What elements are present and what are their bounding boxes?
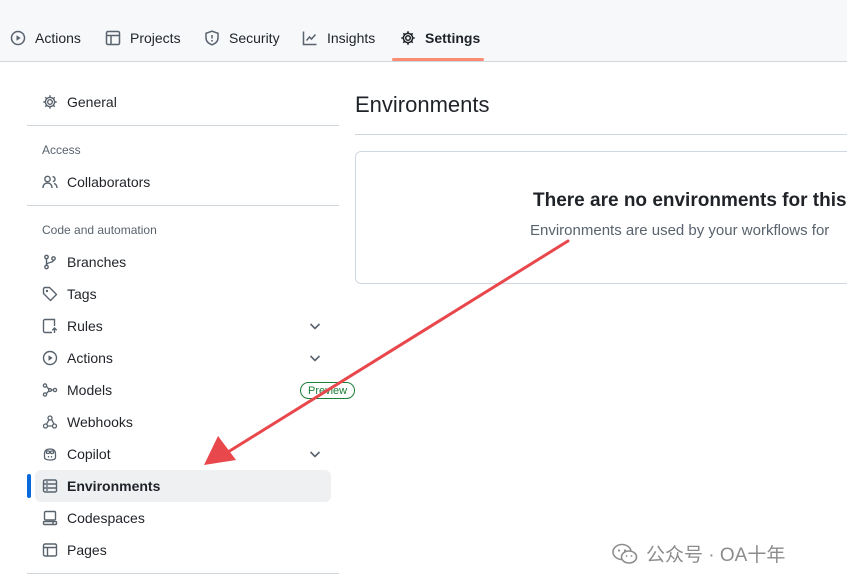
page-title: Environments: [355, 92, 490, 117]
chevron-down-icon[interactable]: [307, 446, 323, 462]
sidebar-item-webhooks[interactable]: Webhooks: [35, 406, 331, 438]
sidebar-divider: [27, 125, 339, 126]
active-item-indicator: [27, 474, 31, 498]
repo-push-icon: [42, 318, 58, 334]
tab-label: Actions: [35, 30, 81, 46]
tab-actions[interactable]: Actions: [10, 20, 81, 56]
gear-icon: [43, 95, 57, 109]
sidebar-item-codespaces[interactable]: Codespaces: [35, 502, 331, 534]
tab-label: Settings: [425, 30, 481, 46]
git-branch-icon: [44, 254, 56, 270]
preview-badge: Preview: [300, 382, 356, 399]
webhook-icon: [42, 415, 58, 429]
tab-settings[interactable]: Settings: [400, 20, 480, 56]
section-title-access: Access: [42, 143, 81, 157]
server-icon: [42, 479, 58, 493]
sidebar-item-label: General: [67, 94, 117, 110]
sidebar-item-label: Models: [67, 382, 113, 398]
sidebar-item-tags[interactable]: Tags: [35, 278, 331, 310]
sidebar-divider: [27, 573, 339, 574]
tab-label: Insights: [327, 30, 376, 46]
sidebar-item-label: Pages: [67, 542, 107, 558]
sidebar-item-collaborators[interactable]: Collaborators: [35, 166, 331, 198]
wechat-icon: [612, 543, 638, 564]
sidebar-divider: [27, 205, 339, 206]
sidebar-item-actions[interactable]: Actions: [35, 342, 331, 374]
gear-icon: [401, 31, 415, 45]
shield-icon: [205, 30, 219, 46]
sidebar-item-rules[interactable]: Rules: [35, 310, 331, 342]
tab-insights[interactable]: Insights: [302, 20, 375, 56]
sidebar-item-pages[interactable]: Pages: [35, 534, 331, 566]
sidebar-item-environments[interactable]: Environments: [35, 470, 331, 502]
graph-icon: [302, 31, 317, 46]
sidebar-item-models[interactable]: Models Preview: [35, 374, 356, 406]
sidebar-item-label: Actions: [67, 350, 113, 366]
codespaces-icon: [42, 510, 58, 526]
watermark: 公众号 · OA十年: [612, 540, 785, 567]
empty-state-title: There are no environments for this: [533, 190, 847, 211]
tab-label: Projects: [130, 30, 181, 46]
play-circle-icon: [42, 350, 58, 366]
chevron-down-icon[interactable]: [307, 318, 323, 334]
sidebar-item-label: Rules: [67, 318, 103, 334]
selected-tab-underline: [392, 58, 484, 61]
sidebar-item-label: Environments: [67, 478, 161, 494]
people-icon: [42, 175, 58, 189]
sidebar-item-branches[interactable]: Branches: [35, 246, 331, 278]
title-divider: [355, 134, 847, 135]
table-icon: [105, 30, 121, 46]
tab-security[interactable]: Security: [204, 20, 280, 56]
models-icon: [42, 383, 58, 397]
sidebar-item-label: Tags: [67, 286, 97, 302]
repo-nav: Actions Projects Security Insights Setti…: [0, 0, 847, 62]
empty-state-box: There are no environments for this Envir…: [355, 151, 847, 284]
watermark-text: 公众号 · OA十年: [646, 545, 786, 566]
settings-sidebar: General Access Collaborators Code and au…: [0, 62, 356, 587]
tab-projects[interactable]: Projects: [105, 20, 181, 56]
empty-state-description: Environments are used by your workflows …: [530, 222, 830, 239]
sidebar-item-label: Branches: [67, 254, 127, 270]
play-circle-icon: [10, 30, 26, 46]
sidebar-item-label: Codespaces: [67, 510, 145, 526]
sidebar-item-label: Copilot: [67, 446, 111, 462]
sidebar-item-label: Webhooks: [67, 414, 133, 430]
browser-icon: [42, 543, 58, 557]
sidebar-item-label: Collaborators: [67, 174, 151, 190]
copilot-icon: [43, 448, 57, 461]
tab-label: Security: [229, 30, 280, 46]
sidebar-item-general[interactable]: General: [35, 86, 331, 118]
sidebar-item-copilot[interactable]: Copilot: [35, 438, 331, 470]
section-title-code-automation: Code and automation: [42, 223, 157, 237]
tag-icon: [42, 286, 58, 302]
chevron-down-icon[interactable]: [307, 350, 323, 366]
